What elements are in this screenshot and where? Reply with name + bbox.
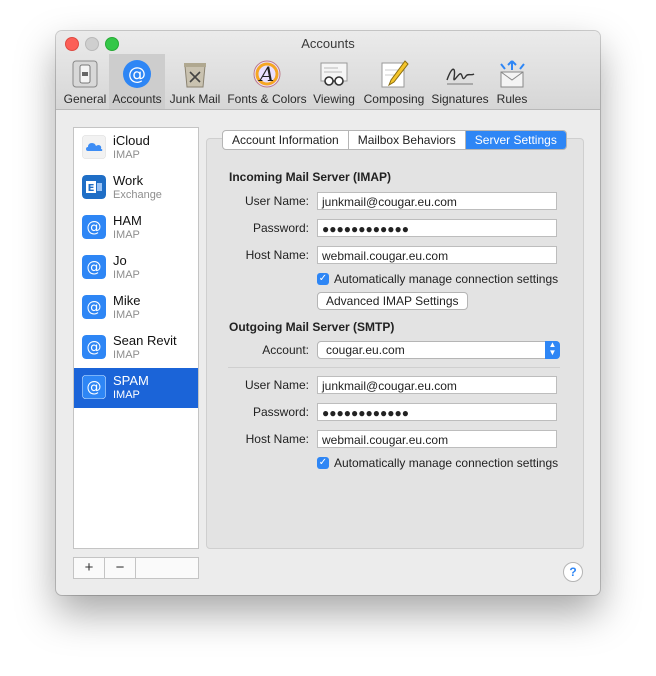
outgoing-user-label: User Name: [244, 378, 309, 392]
outgoing-auto-manage-label: Automatically manage connection settings [334, 456, 559, 470]
viewing-icon [320, 62, 348, 86]
svg-text:A: A [258, 62, 274, 86]
svg-text:@: @ [87, 378, 102, 396]
account-item-work[interactable]: E Work Exchange [74, 168, 198, 208]
account-item-jo[interactable]: @ Jo IMAP [74, 248, 198, 288]
at-icon: @ [82, 255, 106, 279]
incoming-host-label: Host Name: [245, 248, 309, 262]
incoming-user-field[interactable]: junkmail@cougar.eu.com [317, 192, 557, 210]
outgoing-auto-manage-checkbox[interactable]: ✓ [317, 457, 329, 469]
account-item-icloud[interactable]: iCloud IMAP [74, 128, 198, 168]
window-title: Accounts [301, 36, 355, 51]
svg-text:@: @ [87, 218, 102, 236]
at-icon: @ [82, 335, 106, 359]
account-item-spam[interactable]: @ SPAM IMAP [74, 368, 198, 408]
toolbar-viewing[interactable]: Viewing [311, 54, 357, 109]
outgoing-host-field[interactable]: webmail.cougar.eu.com [317, 430, 557, 448]
outgoing-password-label: Password: [252, 405, 309, 419]
svg-text:@: @ [87, 258, 102, 276]
preferences-content: iCloud IMAP E Work Exchange @ HAM IMAP @… [56, 110, 600, 595]
toolbar-rules[interactable]: Rules [492, 54, 532, 109]
toolbar-accounts[interactable]: @ Accounts [109, 54, 165, 109]
signatures-icon [446, 68, 475, 85]
tab-account-information[interactable]: Account Information [223, 131, 349, 149]
account-list-controls: + − [73, 557, 199, 579]
accounts-window: Accounts General @ Accounts Junk Mail A … [56, 31, 600, 595]
chevron-updown-icon: ▲ ▼ [545, 341, 560, 359]
outgoing-account-value: cougar.eu.com [326, 343, 405, 357]
account-item-mike[interactable]: @ Mike IMAP [74, 288, 198, 328]
tab-mailbox-behaviors[interactable]: Mailbox Behaviors [349, 131, 466, 149]
help-button[interactable]: ? [563, 562, 583, 582]
titlebar: Accounts General @ Accounts Junk Mail A … [56, 31, 600, 110]
account-item-ham[interactable]: @ HAM IMAP [74, 208, 198, 248]
svg-text:E: E [88, 183, 95, 194]
accounts-list: iCloud IMAP E Work Exchange @ HAM IMAP @… [73, 127, 199, 549]
exchange-icon: E [82, 175, 106, 199]
tab-server-settings[interactable]: Server Settings [465, 131, 566, 149]
incoming-host-field[interactable]: webmail.cougar.eu.com [317, 246, 557, 264]
at-icon: @ [82, 375, 106, 399]
junk-mail-icon [184, 63, 206, 88]
rules-icon [500, 60, 525, 88]
divider [228, 367, 560, 368]
incoming-password-label: Password: [252, 221, 309, 235]
toolbar-general[interactable]: General [62, 54, 108, 109]
toolbar-composing[interactable]: Composing [360, 54, 428, 109]
advanced-imap-settings-button[interactable]: Advanced IMAP Settings [317, 292, 468, 310]
incoming-password-field[interactable]: ●●●●●●●●●●●● [317, 219, 557, 237]
at-icon: @ [82, 215, 106, 239]
outgoing-password-field[interactable]: ●●●●●●●●●●●● [317, 403, 557, 421]
toolbar: General @ Accounts Junk Mail A Fonts & C… [56, 54, 600, 109]
outgoing-host-label: Host Name: [245, 432, 309, 446]
icloud-icon [82, 135, 106, 159]
incoming-auto-manage-label: Automatically manage connection settings [334, 272, 559, 286]
svg-text:@: @ [128, 64, 146, 85]
incoming-user-label: User Name: [244, 194, 309, 208]
remove-account-button[interactable]: − [105, 558, 136, 578]
incoming-auto-manage-checkbox[interactable]: ✓ [317, 273, 329, 285]
outgoing-account-select[interactable]: cougar.eu.com ▲ ▼ [317, 341, 560, 359]
outgoing-heading: Outgoing Mail Server (SMTP) [229, 320, 395, 334]
add-account-button[interactable]: + [74, 558, 105, 578]
svg-text:@: @ [87, 338, 102, 356]
svg-text:@: @ [87, 298, 102, 316]
toolbar-signatures[interactable]: Signatures [429, 54, 491, 109]
fonts-colors-icon: A [253, 60, 281, 88]
outgoing-user-field[interactable]: junkmail@cougar.eu.com [317, 376, 557, 394]
outgoing-account-label: Account: [262, 343, 309, 357]
toolbar-junk-mail[interactable]: Junk Mail [168, 54, 222, 109]
at-icon: @ [82, 295, 106, 319]
settings-tabs: Account Information Mailbox Behaviors Se… [222, 130, 567, 150]
account-item-sean-revit[interactable]: @ Sean Revit IMAP [74, 328, 198, 368]
toolbar-fonts-colors[interactable]: A Fonts & Colors [224, 54, 310, 109]
incoming-heading: Incoming Mail Server (IMAP) [229, 170, 392, 184]
accounts-icon: @ [123, 60, 151, 88]
general-icon [72, 60, 98, 88]
composing-icon [381, 60, 409, 88]
